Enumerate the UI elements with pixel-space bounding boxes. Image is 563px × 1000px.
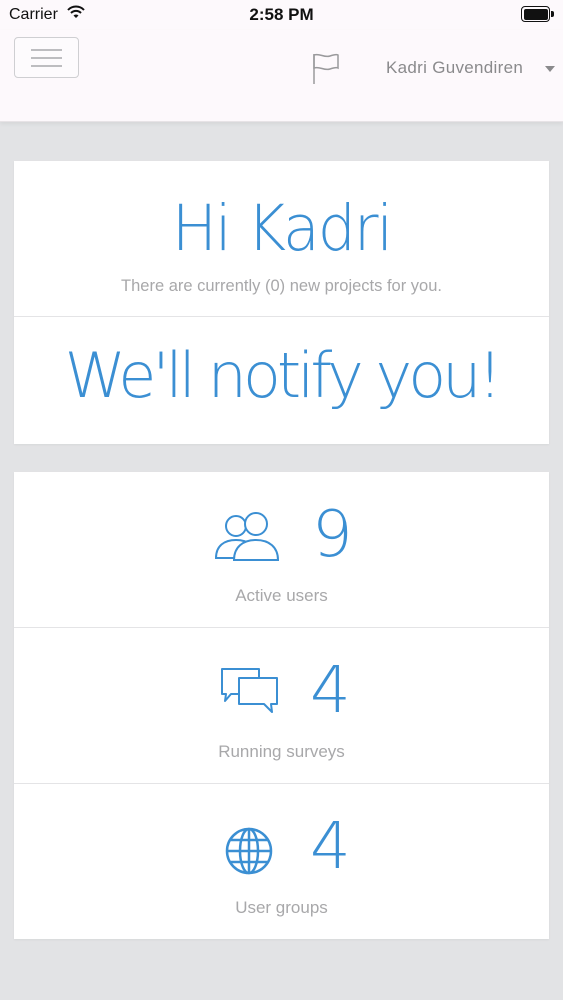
caret-down-icon[interactable] (545, 66, 555, 72)
top-navigation-bar: Kadri Guvendiren (0, 30, 563, 122)
stats-card: 9 Active users 4 Running surveys 4 User … (14, 472, 549, 939)
users-icon (214, 512, 286, 567)
new-projects-text: There are currently (0) new projects for… (121, 277, 442, 295)
user-groups-label: User groups (235, 898, 328, 917)
running-surveys-count: 4 (310, 654, 351, 728)
notify-message: We'll notify you! (64, 339, 503, 412)
stat-active-users[interactable]: 9 Active users (14, 472, 549, 628)
divider (14, 316, 549, 317)
greeting-title: Hi Kadri (171, 192, 393, 266)
running-surveys-label: Running surveys (218, 742, 345, 761)
hamburger-menu-button[interactable] (14, 37, 79, 78)
welcome-card: Hi Kadri There are currently (0) new pro… (14, 161, 549, 444)
hamburger-bar (31, 65, 62, 67)
user-groups-count: 4 (310, 810, 351, 884)
chat-bubbles-icon (219, 666, 281, 723)
hamburger-menu-icon (31, 49, 62, 51)
hamburger-bar (31, 57, 62, 59)
clock-time: 2:58 PM (249, 5, 314, 24)
stat-running-surveys[interactable]: 4 Running surveys (14, 628, 549, 784)
stat-user-groups[interactable]: 4 User groups (14, 784, 549, 940)
active-users-label: Active users (235, 586, 328, 605)
flag-icon[interactable] (311, 52, 341, 91)
globe-icon (224, 826, 274, 881)
status-bar: Carrier 2:58 PM (0, 0, 563, 30)
battery-icon (521, 6, 554, 22)
active-users-count: 9 (312, 498, 353, 572)
user-menu[interactable]: Kadri Guvendiren (386, 58, 523, 78)
